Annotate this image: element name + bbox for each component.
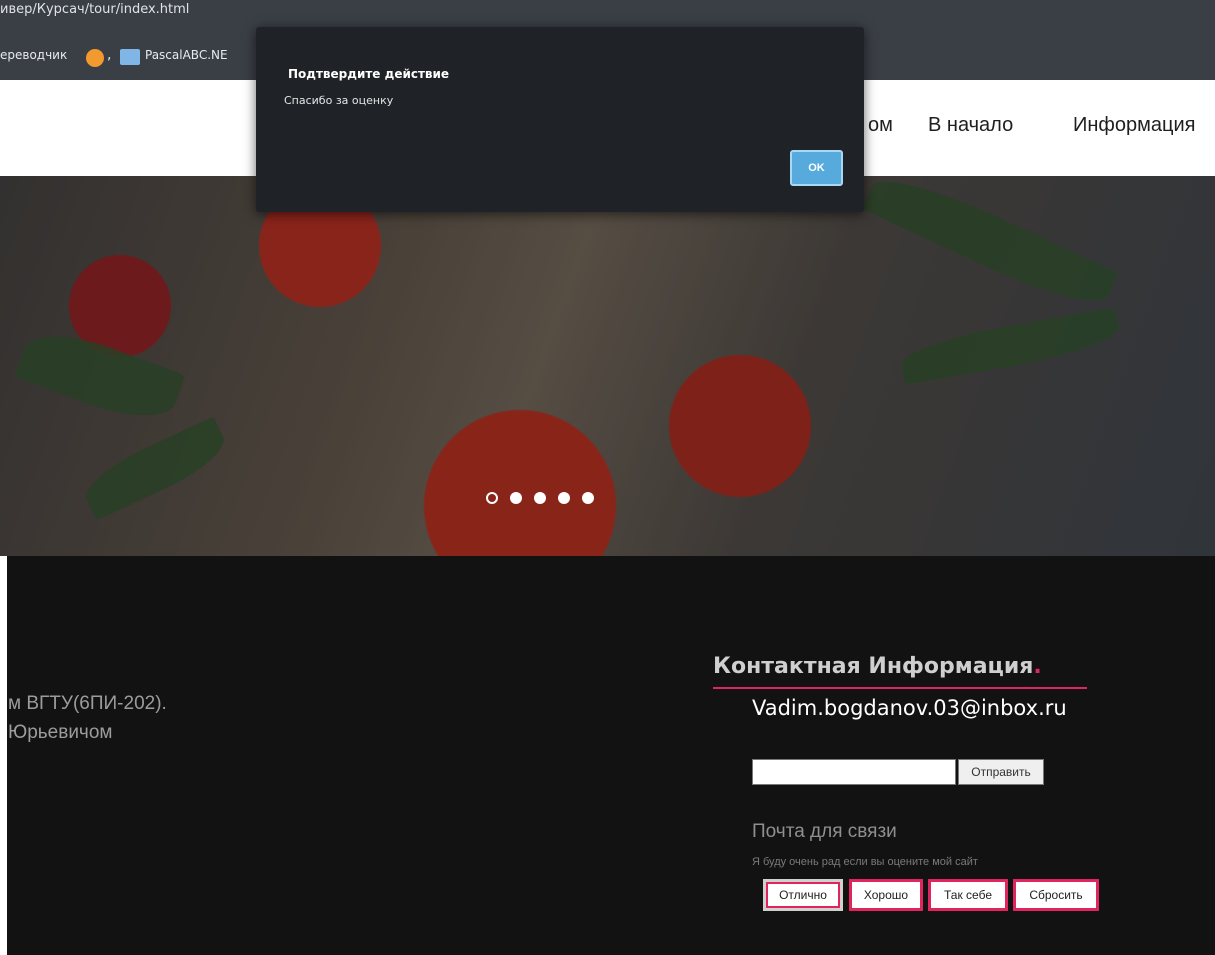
slider-dots	[486, 492, 594, 506]
nav-item-home[interactable]: В начало	[928, 114, 1013, 137]
rating-caption: Я буду очень рад если вы оцените мой сай…	[752, 856, 978, 868]
bookmark-translator[interactable]: ереводчик	[0, 48, 67, 62]
footer-about-line: м ВГТУ(6ПИ-202).	[8, 693, 167, 714]
contact-title-underline	[713, 687, 1087, 689]
rate-excellent-button[interactable]: Отлично	[763, 879, 843, 911]
contact-title-dot: .	[1033, 654, 1042, 679]
address-bar-text[interactable]: ивер/Курсач/tour/index.html	[0, 2, 189, 17]
dialog-ok-button[interactable]: OK	[790, 150, 843, 186]
slider-dot[interactable]	[486, 492, 498, 504]
slider-dot[interactable]	[582, 492, 594, 504]
bookmark-separator: ,	[107, 47, 112, 63]
contact-email: Vadim.bogdanov.03@inbox.ru	[752, 696, 1067, 720]
dialog-message: Спасибо за оценку	[284, 94, 394, 107]
rate-so-so-button[interactable]: Так себе	[928, 879, 1008, 911]
bookmark-favicon-icon[interactable]	[86, 49, 104, 67]
slider-dot[interactable]	[510, 492, 522, 504]
mail-label: Почта для связи	[752, 821, 897, 842]
contact-title-text: Контактная Информация	[713, 654, 1034, 679]
footer-about-line: Юрьевичом	[8, 722, 113, 743]
hero-overlay	[0, 176, 1215, 556]
nav-item-information[interactable]: Информация	[1073, 114, 1195, 137]
send-button[interactable]: Отправить	[958, 759, 1044, 785]
hero-slider	[0, 176, 1215, 556]
rate-reset-button[interactable]: Сбросить	[1013, 879, 1099, 911]
nav-item-om[interactable]: ом	[868, 114, 893, 137]
bookmark-folder-icon[interactable]	[120, 49, 140, 65]
bookmark-pascalabc[interactable]: PascalABC.NE	[145, 48, 228, 62]
slider-dot[interactable]	[558, 492, 570, 504]
slider-dot[interactable]	[534, 492, 546, 504]
rate-good-button[interactable]: Хорошо	[849, 879, 923, 911]
footer: м ВГТУ(6ПИ-202). Юрьевичом Контактная Ин…	[0, 556, 1215, 955]
contact-title: Контактная Информация.	[713, 654, 1042, 679]
confirm-dialog: Подтвердите действие Спасибо за оценку O…	[256, 27, 864, 212]
dialog-title: Подтвердите действие	[288, 67, 450, 81]
page-edge	[0, 556, 7, 955]
email-input[interactable]	[752, 759, 956, 785]
